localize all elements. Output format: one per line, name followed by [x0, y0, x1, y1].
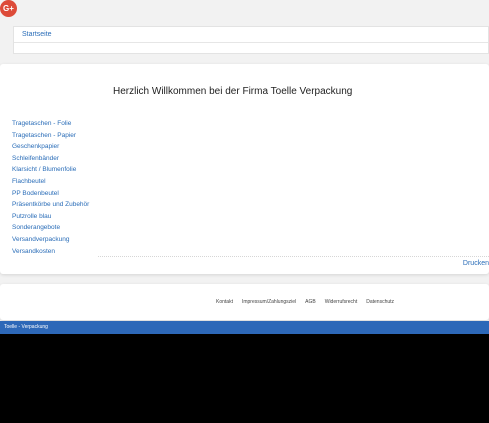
copyright-bar: Toelle - Verpackung: [0, 321, 489, 334]
footer-card: Kontakt Impressum/Zahlungsziel AGB Wider…: [0, 284, 489, 320]
content-divider: [98, 256, 489, 257]
nav-item: Flachbeutel: [12, 173, 89, 185]
category-nav: Tragetaschen - Folie Tragetaschen - Papi…: [12, 115, 89, 255]
breadcrumb-divider: [14, 42, 488, 43]
nav-item: Schleifenbänder: [12, 150, 89, 162]
nav-item: Präsentkörbe und Zubehör: [12, 196, 89, 208]
footer-link-kontakt[interactable]: Kontakt: [216, 299, 233, 305]
nav-item: Geschenkpapier: [12, 138, 89, 150]
footer-nav: Kontakt Impressum/Zahlungsziel AGB Wider…: [216, 299, 394, 305]
nav-item: Tragetaschen - Papier: [12, 127, 89, 139]
nav-link-versandverpackung[interactable]: Versandverpackung: [12, 236, 69, 243]
copyright-text: Toelle - Verpackung: [4, 324, 48, 330]
footer-link-agb[interactable]: AGB: [305, 299, 316, 305]
print-link[interactable]: Drucken: [463, 260, 489, 267]
google-plus-icon[interactable]: G+: [0, 0, 17, 17]
nav-item: Sonderangebote: [12, 219, 89, 231]
nav-item: Klarsicht / Blumenfolie: [12, 161, 89, 173]
page-bottom-area: [0, 334, 489, 423]
nav-item: Tragetaschen - Folie: [12, 115, 89, 127]
nav-link-versandkosten[interactable]: Versandkosten: [12, 248, 55, 255]
nav-item: PP Bodenbeutel: [12, 185, 89, 197]
nav-link-flachbeutel[interactable]: Flachbeutel: [12, 178, 46, 185]
main-content-card: Herzlich Willkommen bei der Firma Toelle…: [0, 64, 489, 274]
page-title: Herzlich Willkommen bei der Firma Toelle…: [113, 86, 353, 97]
breadcrumb-bar: Startseite: [13, 26, 489, 54]
nav-link-tragetaschen-folie[interactable]: Tragetaschen - Folie: [12, 120, 71, 127]
breadcrumb-home-link[interactable]: Startseite: [22, 31, 52, 38]
footer-link-datenschutz[interactable]: Datenschutz: [366, 299, 394, 305]
footer-link-impressum[interactable]: Impressum/Zahlungsziel: [242, 299, 296, 305]
nav-item: Versandverpackung: [12, 231, 89, 243]
nav-item: Putzrolle blau: [12, 208, 89, 220]
footer-link-widerrufsrecht[interactable]: Widerrufsrecht: [325, 299, 358, 305]
nav-item: Versandkosten: [12, 243, 89, 255]
